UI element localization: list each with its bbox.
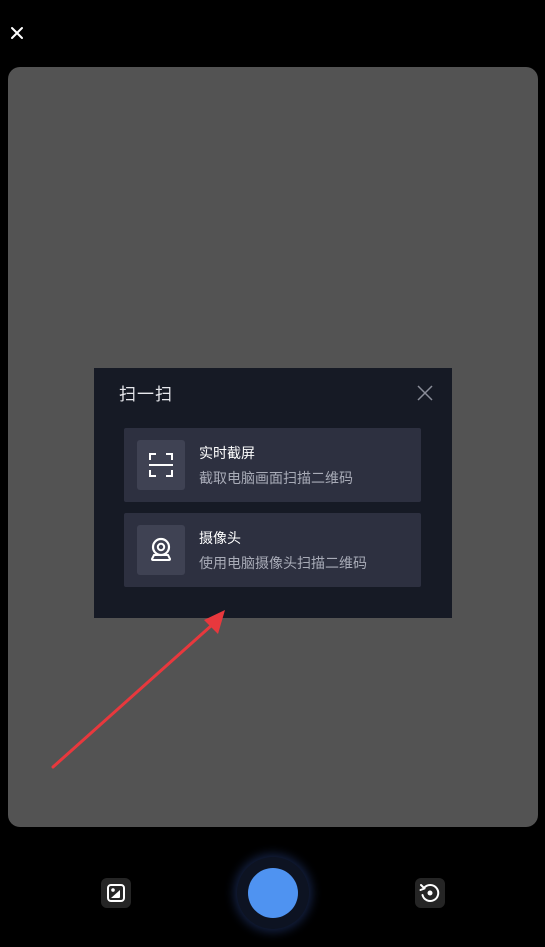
scan-dialog: 扫一扫 实时截屏 截取电脑画面扫描二维码 摄像头 使用电脑摄像头扫描二维码 [94,368,452,618]
gallery-button[interactable] [101,878,131,908]
close-icon[interactable] [416,384,434,402]
option-title: 实时截屏 [199,446,255,462]
close-icon[interactable] [9,25,25,41]
webcam-icon [137,525,185,575]
option-camera[interactable]: 摄像头 使用电脑摄像头扫描二维码 [124,513,421,587]
option-screenshot[interactable]: 实时截屏 截取电脑画面扫描二维码 [124,428,421,502]
rotate-camera-button[interactable] [415,878,445,908]
option-description: 截取电脑画面扫描二维码 [199,471,353,487]
gallery-image-icon [107,884,125,902]
dialog-title: 扫一扫 [119,385,173,405]
dialog-close-button[interactable] [416,384,434,402]
rotate-camera-icon [419,884,440,902]
shutter-button[interactable] [248,868,298,918]
screenshot-frame-icon [137,440,185,490]
option-description: 使用电脑摄像头扫描二维码 [199,556,367,572]
option-title: 摄像头 [199,531,241,547]
